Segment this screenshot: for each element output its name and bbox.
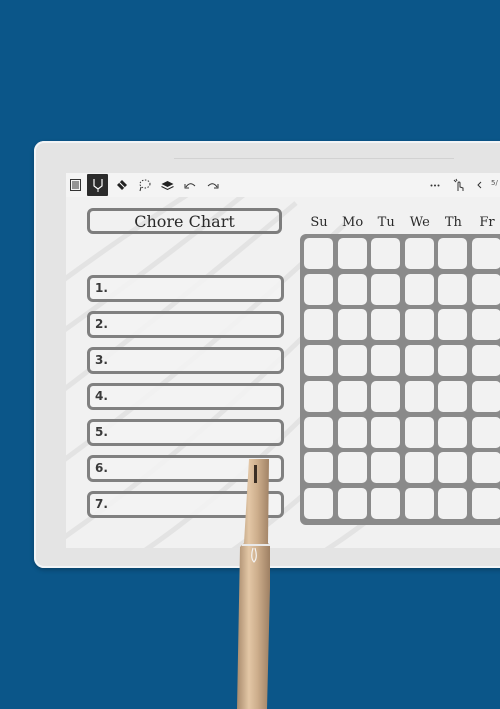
more-icon[interactable] — [429, 176, 441, 194]
grid-cell[interactable] — [337, 273, 367, 305]
grid-cell[interactable] — [337, 309, 367, 341]
grid-cell[interactable] — [438, 309, 468, 341]
chore-row[interactable]: 5. — [87, 419, 284, 446]
grid-cell[interactable] — [438, 380, 468, 412]
page-indicator: 5/ — [491, 179, 498, 187]
grid-cell[interactable] — [472, 238, 500, 269]
grid-cell[interactable] — [337, 416, 367, 448]
grid-cell[interactable] — [371, 238, 401, 269]
grid-cell[interactable] — [337, 238, 367, 269]
chore-row[interactable]: 1. — [87, 275, 284, 302]
grid-cell[interactable] — [304, 238, 333, 269]
pen-icon[interactable] — [87, 174, 108, 196]
grid-cell[interactable] — [371, 452, 401, 484]
grid-cell[interactable] — [438, 273, 468, 305]
day-header: Mo — [342, 215, 364, 230]
grid-cell[interactable] — [371, 345, 401, 377]
redo-icon[interactable] — [206, 176, 220, 194]
layers-icon[interactable] — [160, 176, 174, 194]
grid-cell[interactable] — [404, 309, 434, 341]
grid-cell[interactable] — [404, 380, 434, 412]
grid-cell[interactable] — [337, 345, 367, 377]
grid-cell[interactable] — [438, 345, 468, 377]
day-header: Th — [444, 215, 462, 230]
chore-grid — [300, 234, 500, 525]
grid-cell[interactable] — [438, 238, 468, 269]
grid-cell[interactable] — [472, 273, 500, 305]
grid-cell[interactable] — [337, 487, 367, 519]
grid-cell[interactable] — [438, 416, 468, 448]
grid-cell[interactable] — [304, 345, 333, 377]
grid-cell[interactable] — [304, 309, 333, 341]
grid-cell[interactable] — [304, 452, 333, 484]
grid-cell[interactable] — [472, 345, 500, 377]
toc-icon[interactable] — [68, 176, 82, 194]
tablet-screen: 5/ Chore Chart 1. 2. 3. 4. 5. 6. 7. Su Mo Tu We Th… — [66, 173, 500, 548]
grid-cell[interactable] — [404, 487, 434, 519]
grid-cell[interactable] — [371, 380, 401, 412]
grid-cell[interactable] — [404, 273, 434, 305]
grid-cell[interactable] — [404, 452, 434, 484]
grid-cell[interactable] — [438, 452, 468, 484]
day-header: Su — [310, 215, 328, 230]
grid-cell[interactable] — [304, 273, 333, 305]
grid-cell[interactable] — [472, 487, 500, 519]
grid-cell[interactable] — [472, 452, 500, 484]
chore-row[interactable]: 2. — [87, 311, 284, 338]
chore-number: 7. — [95, 497, 108, 511]
lasso-icon[interactable] — [137, 176, 151, 194]
chore-number: 4. — [95, 389, 108, 403]
chore-row[interactable]: 4. — [87, 383, 284, 410]
undo-icon[interactable] — [183, 176, 197, 194]
grid-cell[interactable] — [371, 487, 401, 519]
grid-cell[interactable] — [371, 416, 401, 448]
grid-cell[interactable] — [304, 416, 333, 448]
bezel-line — [174, 158, 454, 159]
chore-number: 2. — [95, 317, 108, 331]
grid-cell[interactable] — [371, 309, 401, 341]
grid-cell[interactable] — [472, 416, 500, 448]
grid-cell[interactable] — [304, 380, 333, 412]
touch-icon[interactable] — [452, 176, 466, 194]
grid-cell[interactable] — [304, 487, 333, 519]
grid-cell[interactable] — [337, 380, 367, 412]
chore-number: 3. — [95, 353, 108, 367]
chore-row[interactable]: 3. — [87, 347, 284, 374]
prev-page-icon[interactable] — [474, 176, 484, 194]
grid-cell[interactable] — [472, 380, 500, 412]
grid-cell[interactable] — [472, 309, 500, 341]
day-header: We — [409, 215, 430, 230]
chore-number: 6. — [95, 461, 108, 475]
grid-cell[interactable] — [337, 452, 367, 484]
stylus-pen — [237, 459, 270, 709]
chore-number: 5. — [95, 425, 108, 439]
chart-title: Chore Chart — [87, 208, 282, 234]
grid-cell[interactable] — [404, 416, 434, 448]
toolbar: 5/ — [66, 173, 500, 197]
grid-cell[interactable] — [438, 487, 468, 519]
chore-number: 1. — [95, 281, 108, 295]
grid-cell[interactable] — [371, 273, 401, 305]
grid-cell[interactable] — [404, 345, 434, 377]
eraser-icon[interactable] — [115, 176, 129, 194]
day-header: Fr — [479, 215, 495, 230]
day-header: Tu — [377, 215, 395, 230]
grid-cell[interactable] — [404, 238, 434, 269]
